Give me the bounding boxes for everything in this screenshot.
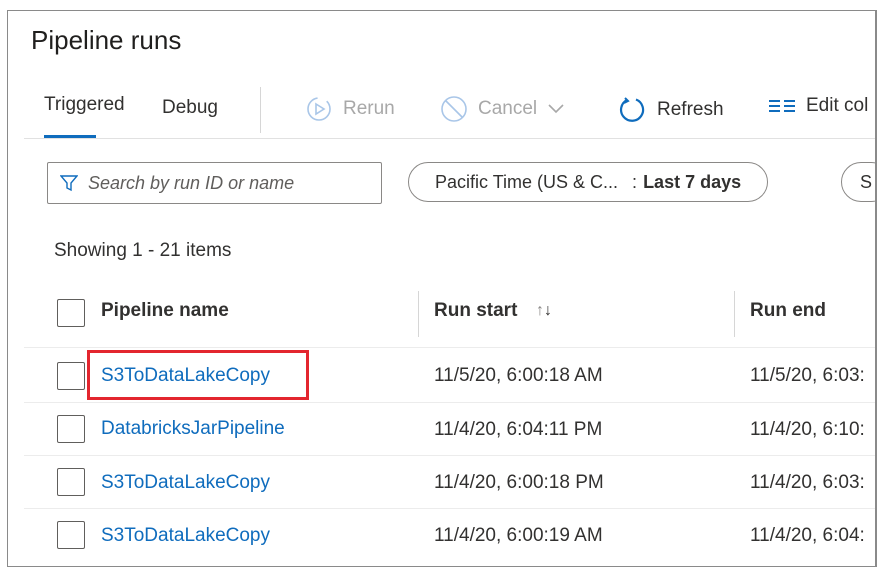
column-divider[interactable] <box>418 291 419 337</box>
divider <box>260 87 261 133</box>
row-divider <box>24 347 877 348</box>
run-end: 11/4/20, 6:04: <box>750 525 865 547</box>
run-end: 11/4/20, 6:10: <box>750 419 865 441</box>
cancel-label: Cancel <box>478 98 537 120</box>
status-filter-label: S <box>860 172 872 193</box>
column-header-run-start[interactable]: Run start <box>434 300 517 322</box>
time-range-filter[interactable]: Pacific Time (US & C... : Last 7 days <box>408 162 768 202</box>
cancel-button[interactable]: Cancel <box>440 95 565 123</box>
run-start: 11/4/20, 6:00:19 AM <box>434 525 603 547</box>
pipeline-runs-panel: Pipeline runs Triggered Debug Rerun Canc… <box>7 10 877 567</box>
edit-columns-label: Edit col <box>806 95 868 117</box>
rerun-label: Rerun <box>343 98 395 120</box>
filter-separator: : <box>632 172 637 193</box>
row-divider <box>24 508 877 509</box>
tab-triggered[interactable]: Triggered <box>44 94 125 116</box>
row-divider <box>24 455 877 456</box>
sort-icon[interactable]: ↑↓ <box>536 302 552 320</box>
pipeline-name-link[interactable]: S3ToDataLakeCopy <box>101 472 270 494</box>
toolbar-divider <box>24 138 877 139</box>
rerun-button[interactable]: Rerun <box>305 95 395 123</box>
row-checkbox[interactable] <box>57 362 85 390</box>
items-count: Showing 1 - 21 items <box>54 240 231 262</box>
chevron-down-icon <box>547 103 565 115</box>
edit-columns-button[interactable]: Edit col <box>768 95 868 117</box>
column-divider[interactable] <box>734 291 735 337</box>
refresh-icon <box>617 95 647 125</box>
select-all-checkbox[interactable] <box>57 299 85 327</box>
refresh-button[interactable]: Refresh <box>617 95 724 125</box>
row-checkbox[interactable] <box>57 521 85 549</box>
pipeline-name-link[interactable]: S3ToDataLakeCopy <box>101 525 270 547</box>
run-end: 11/4/20, 6:03: <box>750 472 865 494</box>
time-range-value: Last 7 days <box>643 172 741 193</box>
run-end: 11/5/20, 6:03: <box>750 365 865 387</box>
highlight-box <box>87 350 309 400</box>
run-start: 11/4/20, 6:00:18 PM <box>434 472 604 494</box>
refresh-label: Refresh <box>657 99 724 121</box>
run-start: 11/4/20, 6:04:11 PM <box>434 419 602 441</box>
row-divider <box>24 402 877 403</box>
pipeline-name-link[interactable]: DatabricksJarPipeline <box>101 418 285 440</box>
cancel-icon <box>440 95 468 123</box>
tab-debug[interactable]: Debug <box>162 97 218 119</box>
page-title: Pipeline runs <box>31 25 181 56</box>
status-filter[interactable]: S <box>841 162 877 202</box>
search-input[interactable]: Search by run ID or name <box>47 162 382 204</box>
filter-icon <box>60 174 78 192</box>
timezone-label: Pacific Time (US & C... <box>435 172 618 193</box>
row-checkbox[interactable] <box>57 468 85 496</box>
column-header-pipeline-name[interactable]: Pipeline name <box>101 300 229 322</box>
run-start: 11/5/20, 6:00:18 AM <box>434 365 603 387</box>
column-header-run-end[interactable]: Run end <box>750 300 826 322</box>
row-checkbox[interactable] <box>57 415 85 443</box>
search-placeholder: Search by run ID or name <box>88 173 294 194</box>
rerun-icon <box>305 95 333 123</box>
columns-icon <box>768 96 796 116</box>
